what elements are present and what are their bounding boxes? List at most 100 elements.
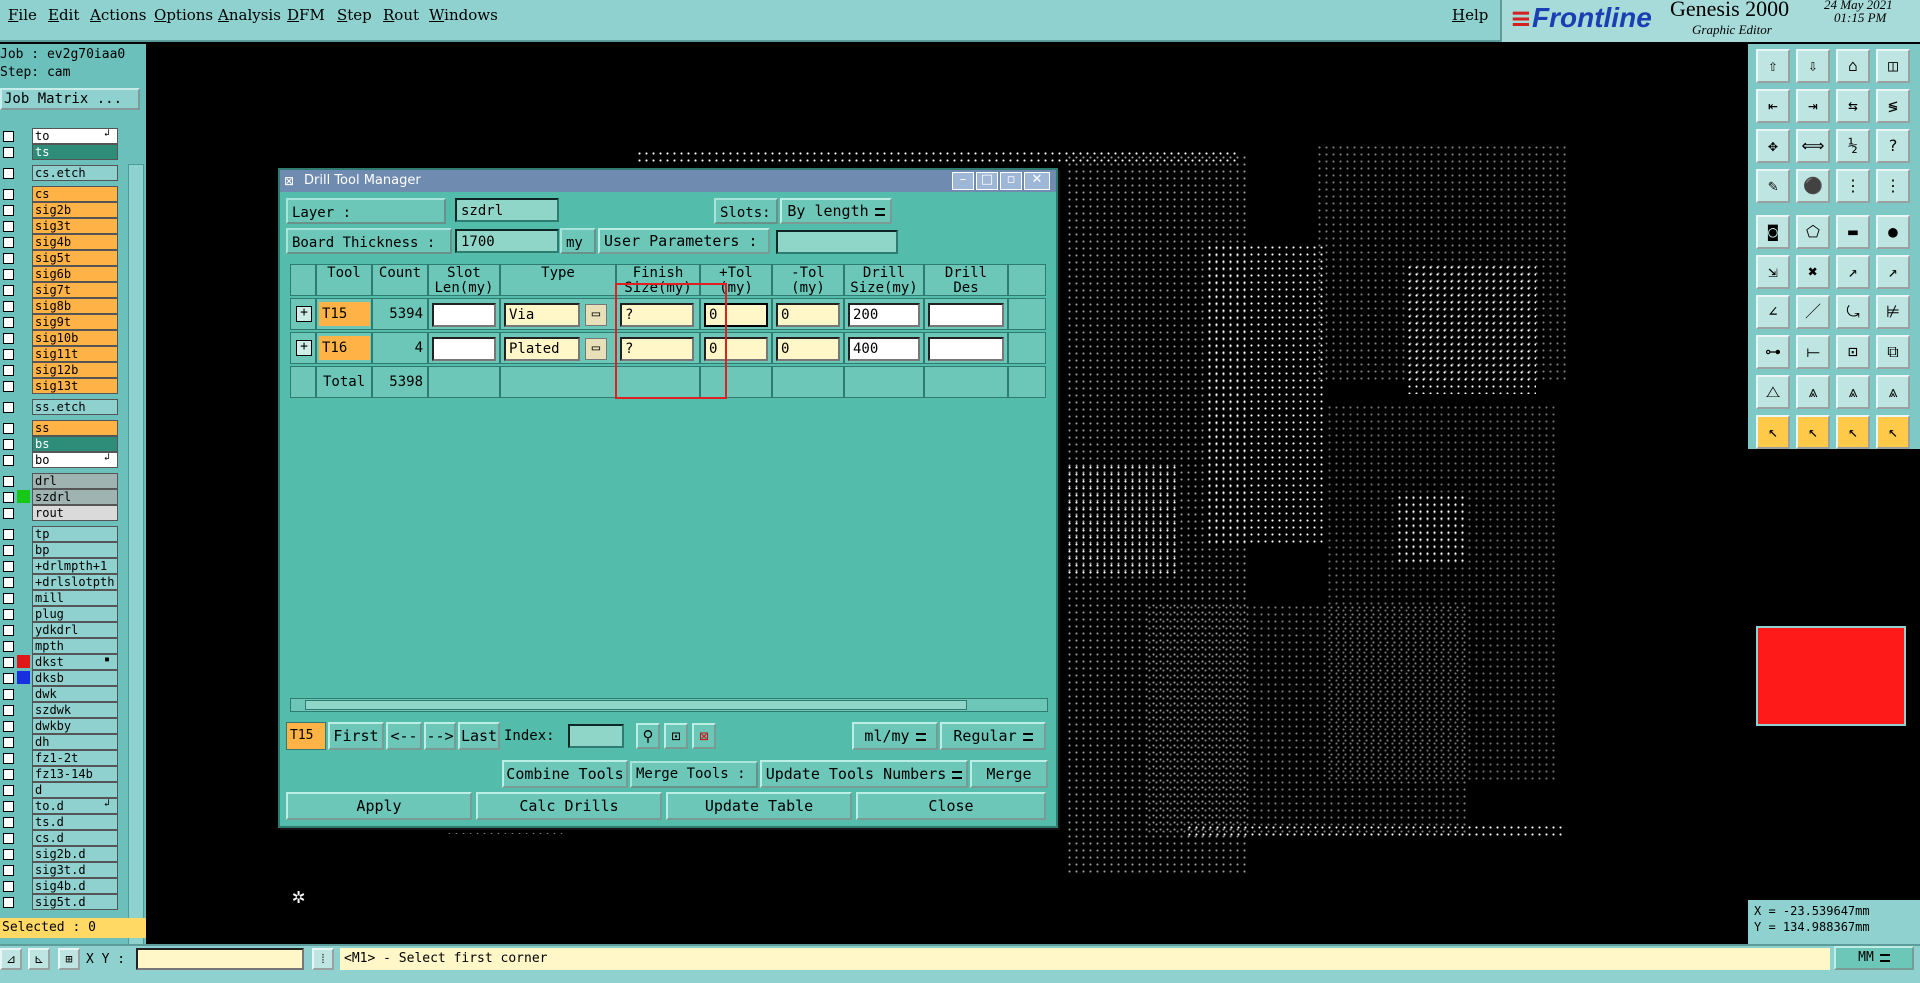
layer-checkbox[interactable] xyxy=(3,881,14,892)
layer-name[interactable]: ss.etch xyxy=(32,399,118,415)
layer-checkbox[interactable] xyxy=(3,476,14,487)
units-dropdown[interactable]: ml/my xyxy=(852,722,938,750)
layer-name[interactable]: rout xyxy=(32,505,118,521)
next-button[interactable]: --> xyxy=(424,722,456,750)
snap-icon[interactable]: ⊿ xyxy=(0,948,22,970)
layer-name[interactable]: szdrl xyxy=(32,489,118,505)
measure-icon[interactable]: ⊾ xyxy=(28,948,50,970)
select-b-icon[interactable]: ↖ xyxy=(1796,415,1830,449)
clear-icon[interactable]: ⊠ xyxy=(692,723,716,749)
layers-a-icon[interactable]: ⋮ xyxy=(1836,169,1870,203)
merge-tools-dropdown[interactable]: Update Tools Numbers xyxy=(760,760,968,788)
drill-des-input[interactable] xyxy=(928,337,1004,361)
layer-name[interactable]: cs.d xyxy=(32,830,118,846)
layer-name[interactable]: sig2b.d xyxy=(32,846,118,862)
layer-row[interactable]: sig4b xyxy=(0,234,120,250)
right-icon[interactable]: ⇥ xyxy=(1796,89,1830,123)
index-input[interactable] xyxy=(568,724,624,748)
layer-row[interactable]: fz1-2t xyxy=(0,750,120,766)
minus-tol-input[interactable]: 0 xyxy=(776,337,840,361)
layer-name[interactable]: drl xyxy=(32,473,118,489)
menu-dfm[interactable]: DFM xyxy=(287,6,325,24)
filter-icon[interactable]: ⊡ xyxy=(664,723,688,749)
layer-row[interactable]: dksb xyxy=(0,670,120,686)
board-thickness-input[interactable]: 1700 xyxy=(455,229,559,253)
menu-edit[interactable]: Edit xyxy=(48,6,79,24)
close-icon[interactable]: ✕ xyxy=(1024,172,1050,190)
slot-length-input[interactable] xyxy=(432,337,496,361)
layer-checkbox[interactable] xyxy=(3,801,14,812)
layer-name[interactable]: ts xyxy=(32,144,118,160)
layer-checkbox[interactable] xyxy=(3,625,14,636)
layer-checkbox[interactable] xyxy=(3,689,14,700)
layer-checkbox[interactable] xyxy=(3,131,14,142)
layer-checkbox[interactable] xyxy=(3,402,14,413)
layer-checkbox[interactable] xyxy=(3,737,14,748)
layer-name[interactable]: dwk xyxy=(32,686,118,702)
layer-checkbox[interactable] xyxy=(3,253,14,264)
layer-checkbox[interactable] xyxy=(3,545,14,556)
xy-input[interactable] xyxy=(136,948,304,970)
layer-checkbox[interactable] xyxy=(3,301,14,312)
edit-icon[interactable]: ✎ xyxy=(1756,169,1790,203)
layer-list-scrollbar[interactable] xyxy=(128,164,144,956)
tri-c-icon[interactable]: ⩓ xyxy=(1836,375,1870,409)
apply-button[interactable]: Apply xyxy=(286,792,472,820)
mode-dropdown[interactable]: Regular xyxy=(940,722,1046,750)
layer-row[interactable]: tp xyxy=(0,526,120,542)
layer-row[interactable]: sig11t xyxy=(0,346,120,362)
layer-row[interactable]: sig3t.d xyxy=(0,862,120,878)
tri-d-icon[interactable]: ⩓ xyxy=(1876,375,1910,409)
minus-tol-input[interactable]: 0 xyxy=(776,303,840,327)
layer-name[interactable]: sig11t xyxy=(32,346,118,362)
layer-name[interactable]: sig4b.d xyxy=(32,878,118,894)
layer-row[interactable]: sig13t xyxy=(0,378,120,394)
input-mode-icon[interactable]: ⁞ xyxy=(312,948,334,970)
close-button[interactable]: Close xyxy=(856,792,1046,820)
layer-name[interactable]: szdwk xyxy=(32,702,118,718)
angle-icon[interactable]: ∠ xyxy=(1756,295,1790,329)
layer-checkbox[interactable] xyxy=(3,577,14,588)
layer-name[interactable]: bp xyxy=(32,542,118,558)
layer-checkbox[interactable] xyxy=(3,168,14,179)
zoom-width-icon[interactable]: ⟺ xyxy=(1796,129,1830,163)
layer-name[interactable]: ydkdrl xyxy=(32,622,118,638)
window-menu-icon[interactable]: ⊠ xyxy=(284,170,294,192)
calc-drills-button[interactable]: Calc Drills xyxy=(476,792,662,820)
layer-checkbox[interactable] xyxy=(3,333,14,344)
layer-name[interactable]: d xyxy=(32,782,118,798)
layer-row[interactable]: sig12b xyxy=(0,362,120,378)
layer-name[interactable]: ts.d xyxy=(32,814,118,830)
layer-name[interactable]: bs xyxy=(32,436,118,452)
minimize-icon[interactable]: – xyxy=(952,172,974,190)
layer-name[interactable]: sig7t xyxy=(32,282,118,298)
layer-row[interactable]: cs.etch xyxy=(0,165,120,181)
layer-checkbox[interactable] xyxy=(3,897,14,908)
maximize-icon[interactable]: □ xyxy=(976,172,998,190)
layer-checkbox[interactable] xyxy=(3,865,14,876)
layer-checkbox[interactable] xyxy=(3,365,14,376)
layer-row[interactable]: sig7t xyxy=(0,282,120,298)
tri-a-icon[interactable]: ⧍ xyxy=(1756,375,1790,409)
layer-checkbox[interactable] xyxy=(3,147,14,158)
arc-icon[interactable]: ⤿ xyxy=(1836,295,1870,329)
type-dropdown-icon[interactable]: ▭ xyxy=(585,304,607,326)
select-d-icon[interactable]: ↖ xyxy=(1876,415,1910,449)
layer-row[interactable]: szdrl xyxy=(0,489,120,505)
layer-checkbox[interactable] xyxy=(3,609,14,620)
layer-row[interactable]: rout xyxy=(0,505,120,521)
menu-windows[interactable]: Windows xyxy=(429,6,498,24)
layer-name[interactable]: ss xyxy=(32,420,118,436)
select-a-icon[interactable]: ↖ xyxy=(1756,415,1790,449)
menu-file[interactable]: File xyxy=(8,6,37,24)
layer-checkbox[interactable] xyxy=(3,673,14,684)
layer-name[interactable]: fz1-2t xyxy=(32,750,118,766)
layer-row[interactable]: sig8b xyxy=(0,298,120,314)
restore-icon[interactable]: ▫ xyxy=(1000,172,1022,190)
menu-analysis[interactable]: Analysis xyxy=(218,6,281,24)
layer-checkbox[interactable] xyxy=(3,221,14,232)
layer-name[interactable]: dh xyxy=(32,734,118,750)
layer-checkbox[interactable] xyxy=(3,769,14,780)
layer-row[interactable]: fz13-14b xyxy=(0,766,120,782)
layer-row[interactable]: cs xyxy=(0,186,120,202)
